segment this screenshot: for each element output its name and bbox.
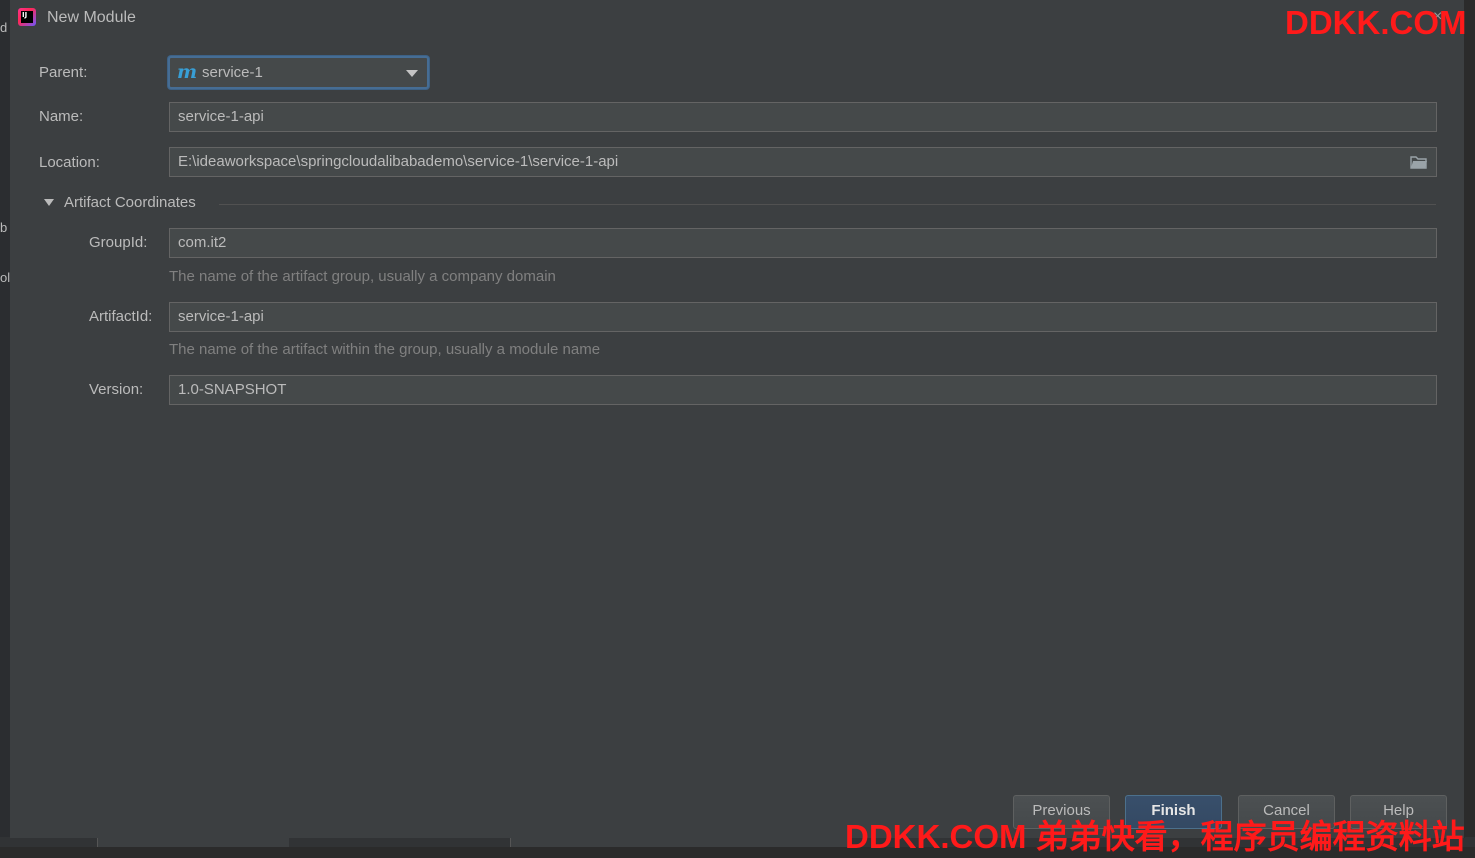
artifactid-hint: The name of the artifact within the grou… [169,341,601,358]
version-field[interactable]: 1.0-SNAPSHOT [169,375,1437,405]
watermark-bottom: DDKK.COM 弟弟快看，程序员编程资料站 [845,818,1465,855]
new-module-dialog: IJ New Module × Parent: m service-1 Name… [10,0,1465,838]
dialog-title: New Module [47,9,136,26]
background-panel [510,837,850,847]
name-label: Name: [39,108,84,125]
background-text: d [0,20,8,35]
background-ide-window: d b ol [0,0,10,847]
version-label: Version: [89,381,144,398]
artifactid-field[interactable]: service-1-api [169,302,1437,332]
groupid-field[interactable]: com.it2 [169,228,1437,258]
groupid-label: GroupId: [89,234,148,251]
maven-m-icon: m [177,61,198,83]
background-text: b [0,220,8,235]
name-field[interactable]: service-1-api [169,102,1437,132]
section-divider [219,204,1436,205]
background-panel [97,837,289,847]
artifact-coordinates-title[interactable]: Artifact Coordinates [64,194,196,211]
parent-label: Parent: [39,64,88,81]
parent-value: service-1 [202,64,263,81]
chevron-down-icon[interactable] [406,70,418,77]
intellij-idea-icon: IJ [18,8,36,26]
location-label: Location: [39,154,100,171]
groupid-hint: The name of the artifact group, usually … [169,268,556,285]
location-value: E:\ideaworkspace\springcloudalibabademo\… [178,153,619,170]
watermark-top: DDKK.COM [1285,4,1467,41]
artifactid-label: ArtifactId: [89,308,153,325]
chevron-down-icon[interactable] [44,199,54,206]
dialog-titlebar: IJ New Module × [10,0,1464,38]
folder-icon[interactable] [1410,155,1428,169]
parent-combobox[interactable]: m service-1 [168,56,429,89]
location-field[interactable]: E:\ideaworkspace\springcloudalibabademo\… [169,147,1437,177]
background-text: ol [0,270,11,285]
